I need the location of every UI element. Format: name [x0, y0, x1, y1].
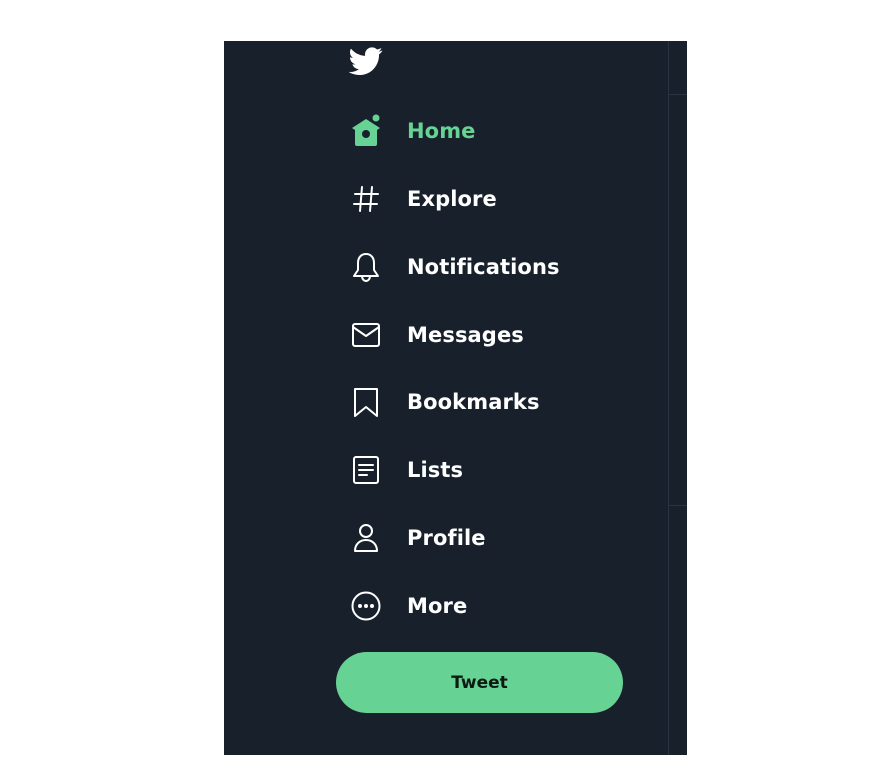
nav-label-notifications: Notifications [407, 255, 560, 279]
nav-item-messages[interactable]: Messages [342, 309, 540, 361]
nav-item-explore[interactable]: Explore [342, 173, 513, 225]
more-dots-icon [342, 582, 390, 630]
nav-label-bookmarks: Bookmarks [407, 390, 540, 414]
person-icon [342, 514, 390, 562]
nav-item-more[interactable]: More [342, 580, 483, 632]
nav-item-bookmarks[interactable]: Bookmarks [342, 376, 556, 428]
bell-icon [342, 243, 390, 291]
divider-line [669, 505, 687, 506]
bird-logo-icon[interactable] [348, 44, 384, 78]
bookmark-icon [342, 378, 390, 426]
nav-item-notifications[interactable]: Notifications [342, 241, 576, 293]
hashtag-icon [342, 175, 390, 223]
nav-label-profile: Profile [407, 526, 486, 550]
nav-label-more: More [407, 594, 468, 618]
nav-label-messages: Messages [407, 323, 524, 347]
divider-line [669, 94, 687, 95]
nav-label-home: Home [407, 119, 476, 143]
column-divider [668, 41, 669, 755]
nav-item-home[interactable]: Home [342, 105, 492, 157]
list-icon [342, 446, 390, 494]
nav-label-lists: Lists [407, 458, 464, 482]
envelope-icon [342, 311, 390, 359]
tweet-button[interactable]: Tweet [336, 652, 623, 713]
nav-label-explore: Explore [407, 187, 497, 211]
nav-item-lists[interactable]: Lists [342, 444, 479, 496]
home-icon [342, 107, 390, 155]
nav-item-profile[interactable]: Profile [342, 512, 502, 564]
sidebar-panel: Home Explore Notifications Messages Book… [224, 41, 687, 755]
